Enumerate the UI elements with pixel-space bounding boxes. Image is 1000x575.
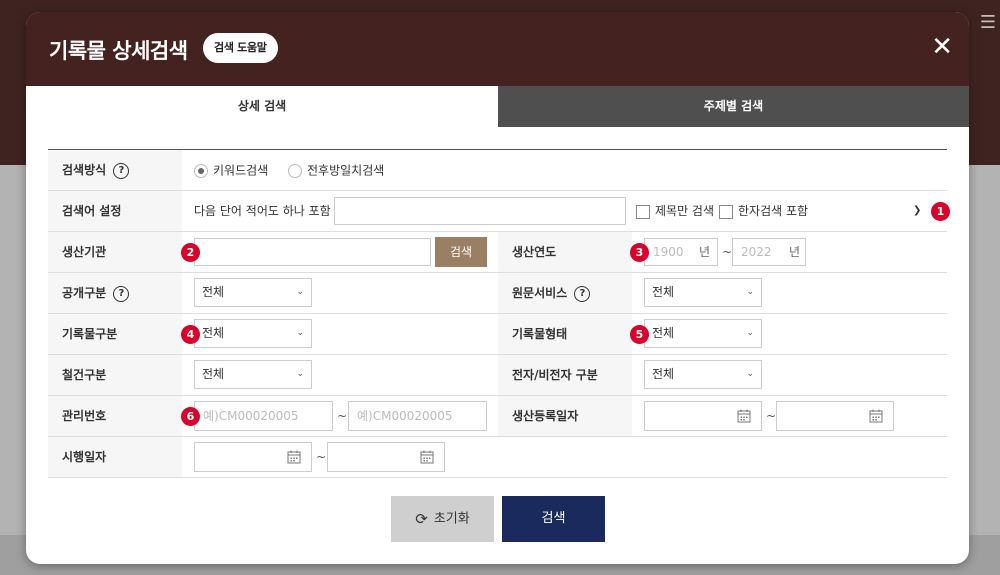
mgmt-number-to-input[interactable]: 예)CM00020005 xyxy=(348,401,487,431)
tab-bar: 상세 검색 주제별 검색 xyxy=(26,86,969,127)
record-type-select[interactable]: 전체 ⌄ xyxy=(194,319,312,348)
tab-detail-search[interactable]: 상세 검색 xyxy=(26,86,498,127)
modal-title: 기록물 상세검색 xyxy=(49,39,188,63)
calendar-icon[interactable] xyxy=(737,409,751,423)
calendar-icon[interactable] xyxy=(420,450,434,464)
help-question-icon[interactable]: ? xyxy=(113,285,130,302)
modal-header: 기록물 상세검색 검색 도움말 ✕ xyxy=(26,12,969,86)
row-file-type: 철건구분 전체 ⌄ 전자/비전자 구분 전체 ⌄ xyxy=(48,355,947,396)
chevron-down-icon: ⌄ xyxy=(296,328,304,338)
year-separator: ~ xyxy=(722,245,733,259)
refresh-icon: ⟳ xyxy=(415,510,428,528)
original-service-label: 원문서비스 ? xyxy=(512,273,591,313)
chevron-down-icon: ⌄ xyxy=(296,287,304,297)
reset-button[interactable]: ⟳ 초기화 xyxy=(391,496,494,542)
row-exec-date: 시행일자 ~ xyxy=(48,437,947,478)
mgmt-number-separator: ~ xyxy=(337,409,348,423)
search-help-button[interactable]: 검색 도움말 xyxy=(203,33,278,63)
electronic-select[interactable]: 전체 ⌄ xyxy=(644,360,762,389)
radio-keyword-search[interactable]: 키워드검색 xyxy=(194,150,268,191)
help-question-icon[interactable]: ? xyxy=(113,162,130,179)
mgmt-number-from-input[interactable]: 예)CM00020005 xyxy=(194,401,333,431)
producer-input[interactable] xyxy=(194,238,431,266)
hanja-checkbox[interactable]: 한자검색 포함 xyxy=(719,191,808,231)
record-type-label: 기록물구분 xyxy=(62,327,118,341)
year-from-placeholder: 1900 xyxy=(653,245,684,259)
detail-search-modal: 기록물 상세검색 검색 도움말 ✕ 상세 검색 주제별 검색 검색방식 ? 키워… xyxy=(26,12,969,564)
tab-subject-search[interactable]: 주제별 검색 xyxy=(498,86,969,127)
search-term-input[interactable] xyxy=(334,197,626,225)
exec-date-separator: ~ xyxy=(316,450,327,464)
annotation-badge-3: 3 xyxy=(630,243,649,262)
title-only-checkbox[interactable]: 제목만 검색 xyxy=(636,191,714,231)
electronic-label: 전자/비전자 구분 xyxy=(512,368,598,382)
reg-date-from-input[interactable] xyxy=(644,401,762,431)
production-year-label: 생산연도 xyxy=(512,245,557,259)
mgmt-number-label: 관리번호 xyxy=(62,409,107,423)
search-form: 검색방식 ? 키워드검색 전후방일치검색 검색어 설정 다음 단어 적어도 하나… xyxy=(48,149,950,478)
term-setting-prefix: 다음 단어 적어도 하나 포함 xyxy=(194,204,331,218)
file-type-select[interactable]: 전체 ⌄ xyxy=(194,360,312,389)
producer-label: 생산기관 xyxy=(62,245,107,259)
chevron-down-icon: ⌄ xyxy=(746,369,754,379)
checkbox-icon[interactable] xyxy=(719,204,733,219)
annotation-badge-4: 4 xyxy=(181,325,200,344)
row-term-setting: 검색어 설정 다음 단어 적어도 하나 포함 제목만 검색 한자검색 포함 ❯ … xyxy=(48,191,950,232)
radio-range-search[interactable]: 전후방일치검색 xyxy=(288,150,384,191)
record-form-select[interactable]: 전체 ⌄ xyxy=(644,319,762,348)
annotation-badge-2: 2 xyxy=(181,243,200,262)
calendar-icon[interactable] xyxy=(287,450,301,464)
annotation-badge-5: 5 xyxy=(630,325,649,344)
radio-selected-icon[interactable] xyxy=(194,163,208,178)
help-question-icon[interactable]: ? xyxy=(574,285,591,302)
row-producer-year: 생산기관 2 검색 생산연도 1900 년 3 ~ 2022 년 xyxy=(48,232,947,273)
row-disclosure: 공개구분 ? 전체 ⌄ 원문서비스 ? 전체 ⌄ xyxy=(48,273,947,314)
radio-unselected-icon[interactable] xyxy=(288,163,302,178)
reg-date-separator: ~ xyxy=(766,409,777,423)
menu-icon[interactable]: ☰ xyxy=(980,12,996,33)
year-unit: 년 xyxy=(789,245,801,259)
checkbox-icon[interactable] xyxy=(636,204,650,219)
close-icon[interactable]: ✕ xyxy=(931,34,953,60)
year-unit: 년 xyxy=(699,245,711,259)
chevron-down-icon: ⌄ xyxy=(746,328,754,338)
chevron-down-icon: ⌄ xyxy=(296,369,304,379)
year-to-placeholder: 2022 xyxy=(741,245,772,259)
chevron-down-icon[interactable]: ❯ xyxy=(913,191,921,231)
search-method-label: 검색방식 ? xyxy=(62,150,130,190)
annotation-badge-1: 1 xyxy=(931,202,950,221)
reg-date-to-input[interactable] xyxy=(776,401,894,431)
chevron-down-icon: ⌄ xyxy=(746,287,754,297)
calendar-icon[interactable] xyxy=(869,409,883,423)
disclosure-select[interactable]: 전체 ⌄ xyxy=(194,278,312,307)
producer-search-button[interactable]: 검색 xyxy=(435,237,487,267)
row-mgmt-number: 관리번호 예)CM00020005 6 ~ 예)CM00020005 생산등록일… xyxy=(48,396,947,437)
exec-date-from-input[interactable] xyxy=(194,442,312,472)
original-service-select[interactable]: 전체 ⌄ xyxy=(644,278,762,307)
year-to-input[interactable]: 2022 년 xyxy=(732,238,806,266)
exec-date-to-input[interactable] xyxy=(327,442,445,472)
exec-date-label: 시행일자 xyxy=(62,450,107,464)
term-setting-label: 검색어 설정 xyxy=(62,204,122,218)
file-type-label: 철건구분 xyxy=(62,368,107,382)
annotation-badge-6: 6 xyxy=(181,407,200,426)
year-from-input[interactable]: 1900 년 xyxy=(644,238,718,266)
record-form-label: 기록물형태 xyxy=(512,327,568,341)
disclosure-label: 공개구분 ? xyxy=(62,273,130,313)
row-record-type: 기록물구분 전체 ⌄ 4 기록물형태 전체 ⌄ 5 xyxy=(48,314,947,355)
row-search-method: 검색방식 ? 키워드검색 전후방일치검색 xyxy=(48,150,947,191)
reg-date-label: 생산등록일자 xyxy=(512,409,579,423)
search-button[interactable]: 검색 xyxy=(502,496,605,542)
